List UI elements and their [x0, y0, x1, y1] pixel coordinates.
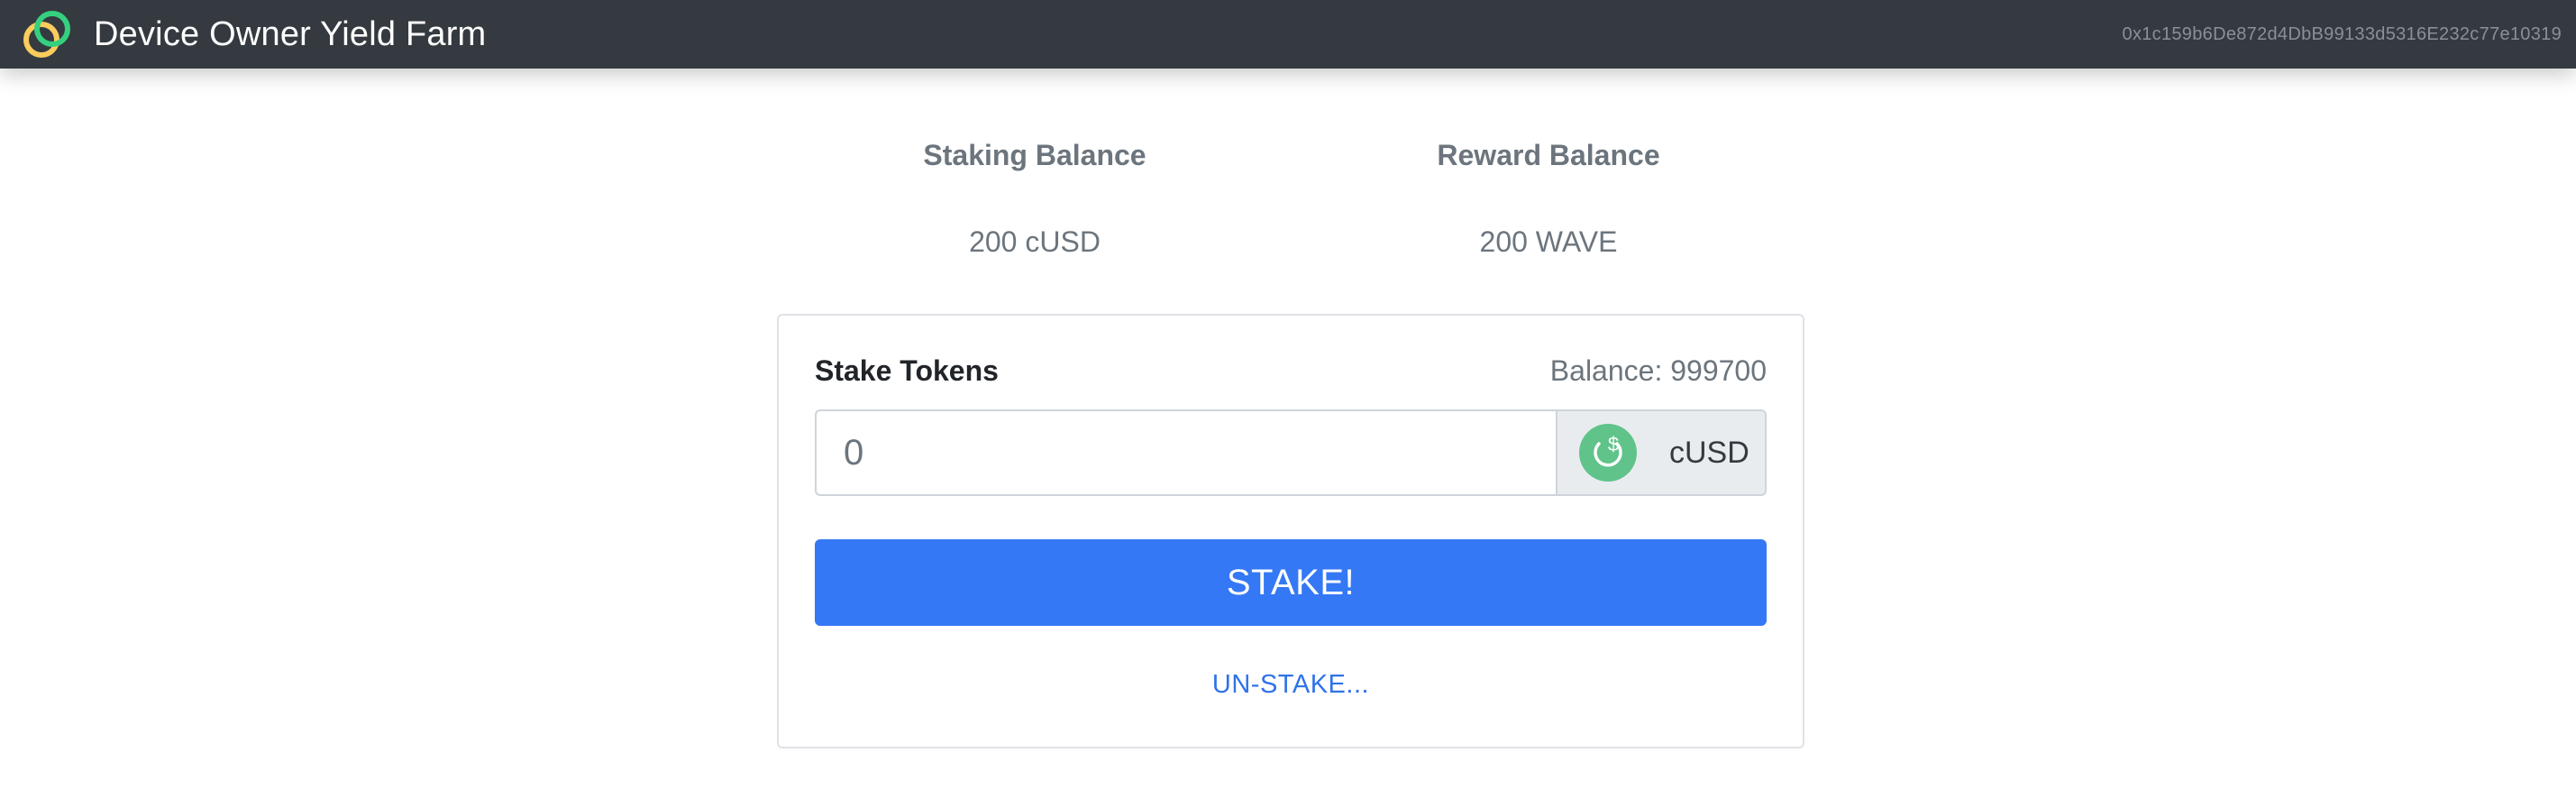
app-title: Device Owner Yield Farm	[94, 14, 487, 53]
staking-balance-value: 200 cUSD	[969, 225, 1101, 258]
celo-logo-icon	[23, 11, 70, 58]
token-addon: $ cUSD	[1556, 409, 1767, 496]
reward-balance-column: Reward Balance 200 WAVE	[1296, 135, 1801, 262]
svg-text:$: $	[1608, 433, 1619, 455]
stake-tokens-label: Stake Tokens	[815, 354, 999, 387]
account-address: 0x1c159b6De872d4DbB99133d5316E232c77e103…	[2122, 23, 2562, 44]
stake-card-header: Stake Tokens Balance: 999700	[815, 352, 1767, 390]
staking-balance-heading: Staking Balance	[923, 139, 1146, 171]
token-symbol: cUSD	[1669, 435, 1749, 470]
stake-amount-input[interactable]	[815, 409, 1556, 496]
top-navbar: Device Owner Yield Farm 0x1c159b6De872d4…	[0, 0, 2576, 69]
reward-balance-heading: Reward Balance	[1437, 139, 1660, 171]
stake-card: Stake Tokens Balance: 999700 $ cUSD STAK…	[777, 314, 1804, 748]
dollar-coin-icon: $	[1579, 424, 1637, 482]
stake-button[interactable]: STAKE!	[815, 539, 1767, 626]
staking-balance-column: Staking Balance 200 cUSD	[782, 135, 1287, 262]
wallet-balance-label: Balance: 999700	[1549, 354, 1767, 387]
stake-amount-group: $ cUSD	[815, 409, 1767, 496]
unstake-link[interactable]: UN-STAKE...	[815, 666, 1767, 703]
reward-balance-value: 200 WAVE	[1479, 225, 1618, 258]
brand[interactable]: Device Owner Yield Farm	[18, 0, 486, 69]
